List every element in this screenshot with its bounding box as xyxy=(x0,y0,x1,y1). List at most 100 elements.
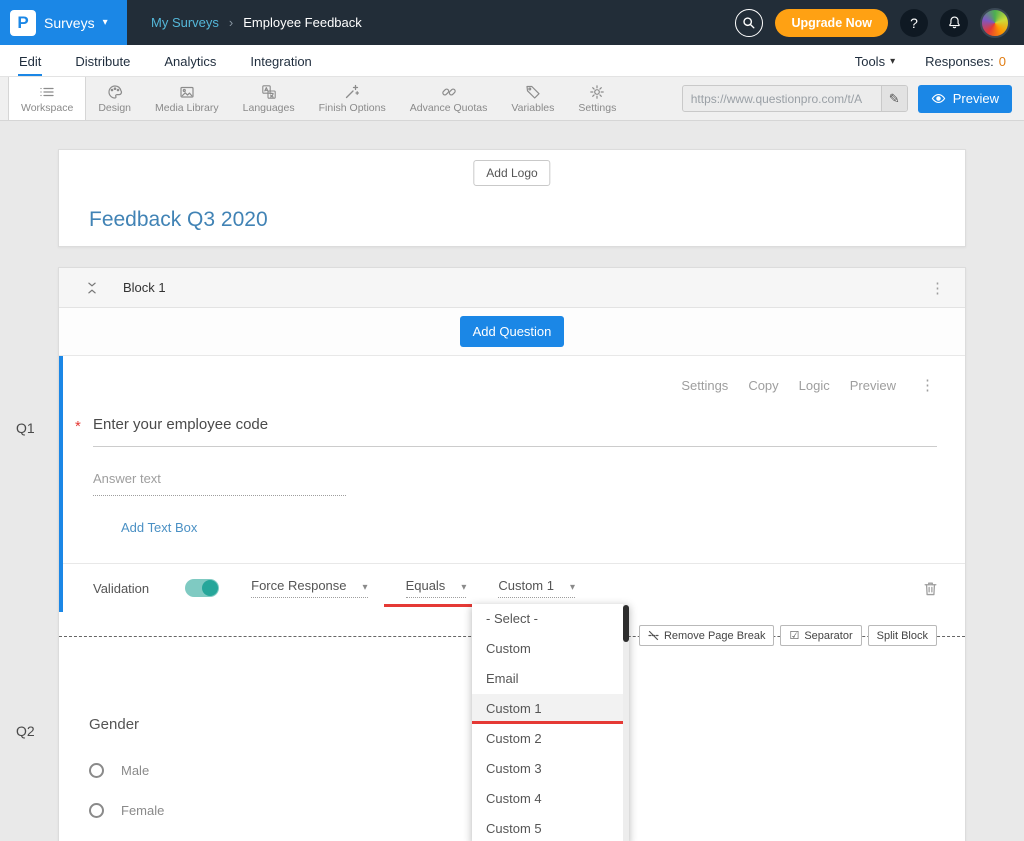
tool-finish-options[interactable]: Finish Options xyxy=(307,77,398,120)
toolbar-right: ✎ Preview xyxy=(682,77,1024,120)
breadcrumb: My Surveys › Employee Feedback xyxy=(151,15,362,30)
separator-button[interactable]: ☑ Separator xyxy=(780,625,861,646)
question-logic-link[interactable]: Logic xyxy=(799,378,830,393)
survey-url-box: ✎ xyxy=(682,85,908,112)
dropdown-scrollbar[interactable] xyxy=(623,604,629,841)
chevron-down-icon: ▾ xyxy=(570,582,575,593)
add-text-box-link[interactable]: Add Text Box xyxy=(121,520,197,535)
dropdown-item[interactable]: Custom xyxy=(472,634,629,664)
page-break-buttons: Remove Page Break ☑ Separator Split Bloc… xyxy=(639,625,937,646)
chevron-down-icon: ▾ xyxy=(461,582,466,593)
question-text[interactable]: Enter your employee code xyxy=(93,416,937,447)
tool-languages[interactable]: Languages xyxy=(231,77,307,120)
breadcrumb-current: Employee Feedback xyxy=(243,15,362,30)
validation-value-dropdown: - Select - Custom Email Custom 1 Custom … xyxy=(472,604,629,841)
chevron-down-icon: ▾ xyxy=(103,17,108,28)
finish-options-icon xyxy=(344,84,360,100)
add-logo-button[interactable]: Add Logo xyxy=(473,160,550,186)
add-question-strip: Add Question xyxy=(59,308,965,356)
validation-label: Validation xyxy=(93,581,149,596)
product-switcher[interactable]: P Surveys ▾ xyxy=(0,0,127,45)
responses-count: 0 xyxy=(999,54,1006,69)
question-text-row: * Enter your employee code xyxy=(75,416,937,447)
trash-icon xyxy=(922,580,939,597)
question-settings-link[interactable]: Settings xyxy=(681,378,728,393)
question-1-number: Q1 xyxy=(16,420,35,436)
dropdown-scrollbar-thumb[interactable] xyxy=(623,605,629,642)
tools-menu[interactable]: Tools ▾ xyxy=(855,54,895,69)
question-preview-link[interactable]: Preview xyxy=(850,378,896,393)
validation-value-select[interactable]: Custom 1 ▾ xyxy=(498,578,575,598)
bell-icon xyxy=(947,15,962,30)
help-icon: ? xyxy=(910,15,918,31)
survey-header-card: Add Logo Feedback Q3 2020 xyxy=(58,149,966,247)
question-menu-button[interactable]: ⋮ xyxy=(916,376,939,394)
upgrade-now-button[interactable]: Upgrade Now xyxy=(775,9,888,37)
tab-edit[interactable]: Edit xyxy=(18,48,42,76)
radio-icon[interactable] xyxy=(89,763,104,778)
question-actions: Settings Copy Logic Preview ⋮ xyxy=(63,376,965,394)
split-block-button[interactable]: Split Block xyxy=(868,625,937,646)
remove-page-break-button[interactable]: Remove Page Break xyxy=(639,625,775,646)
block-header: Block 1 ⋮ xyxy=(59,268,965,308)
edit-toolbar: Workspace Design Media Library Languages… xyxy=(0,77,1024,121)
page-break-icon xyxy=(648,630,659,641)
collapse-block-button[interactable] xyxy=(85,280,99,296)
top-bar: P Surveys ▾ My Surveys › Employee Feedba… xyxy=(0,0,1024,45)
user-avatar[interactable] xyxy=(980,8,1010,38)
tool-design[interactable]: Design xyxy=(86,77,143,120)
dropdown-item[interactable]: Email xyxy=(472,664,629,694)
question-2-number: Q2 xyxy=(16,723,35,739)
toggle-knob xyxy=(202,580,218,596)
tool-settings[interactable]: Settings xyxy=(566,77,628,120)
responses-counter: Responses: 0 xyxy=(925,54,1006,69)
notifications-button[interactable] xyxy=(940,9,968,37)
tool-media-library[interactable]: Media Library xyxy=(143,77,231,120)
dropdown-item[interactable]: Custom 3 xyxy=(472,754,629,784)
delete-question-button[interactable] xyxy=(922,580,939,597)
validation-toggle[interactable] xyxy=(185,579,219,597)
tool-variables[interactable]: Variables xyxy=(499,77,566,120)
block-menu-button[interactable]: ⋮ xyxy=(926,279,949,297)
workspace-icon xyxy=(39,84,55,100)
breadcrumb-my-surveys[interactable]: My Surveys xyxy=(151,15,219,30)
pencil-icon: ✎ xyxy=(889,91,900,107)
product-name: Surveys xyxy=(44,15,95,31)
breadcrumb-separator: › xyxy=(229,15,233,30)
operator-select[interactable]: Equals ▾ xyxy=(406,578,467,598)
preview-button[interactable]: Preview xyxy=(918,85,1012,113)
variables-icon xyxy=(525,84,541,100)
nav-right: Tools ▾ Responses: 0 xyxy=(855,54,1006,76)
app-root: P Surveys ▾ My Surveys › Employee Feedba… xyxy=(0,0,1024,841)
tab-integration[interactable]: Integration xyxy=(249,48,312,76)
block-title: Block 1 xyxy=(123,280,166,295)
checkbox-icon: ☑ xyxy=(789,629,799,642)
languages-icon xyxy=(261,84,277,100)
question-copy-link[interactable]: Copy xyxy=(748,378,778,393)
collapse-icon xyxy=(85,280,99,296)
questionpro-logo[interactable]: P xyxy=(10,10,36,36)
topbar-actions: Upgrade Now ? xyxy=(735,8,1024,38)
edit-url-button[interactable]: ✎ xyxy=(881,86,907,111)
dropdown-item[interactable]: - Select - xyxy=(472,604,629,634)
tool-workspace[interactable]: Workspace xyxy=(8,77,86,120)
dropdown-item-selected[interactable]: Custom 1 xyxy=(472,694,629,724)
dropdown-item[interactable]: Custom 4 xyxy=(472,784,629,814)
section-nav: Edit Distribute Analytics Integration To… xyxy=(0,45,1024,77)
force-response-select[interactable]: Force Response ▾ xyxy=(251,578,367,598)
survey-url-input[interactable] xyxy=(683,92,881,106)
question-1-card: Settings Copy Logic Preview ⋮ * Enter yo… xyxy=(59,356,965,612)
tool-advance-quotas[interactable]: Advance Quotas xyxy=(398,77,500,120)
dropdown-item[interactable]: Custom 5 xyxy=(472,814,629,841)
dropdown-item[interactable]: Custom 2 xyxy=(472,724,629,754)
eye-icon xyxy=(931,91,946,106)
help-button[interactable]: ? xyxy=(900,9,928,37)
survey-title[interactable]: Feedback Q3 2020 xyxy=(89,208,268,232)
tab-analytics[interactable]: Analytics xyxy=(163,48,217,76)
answer-text-input[interactable] xyxy=(93,471,346,496)
search-icon xyxy=(742,16,756,30)
radio-icon[interactable] xyxy=(89,803,104,818)
add-question-button[interactable]: Add Question xyxy=(460,316,565,347)
search-button[interactable] xyxy=(735,9,763,37)
tab-distribute[interactable]: Distribute xyxy=(74,48,131,76)
